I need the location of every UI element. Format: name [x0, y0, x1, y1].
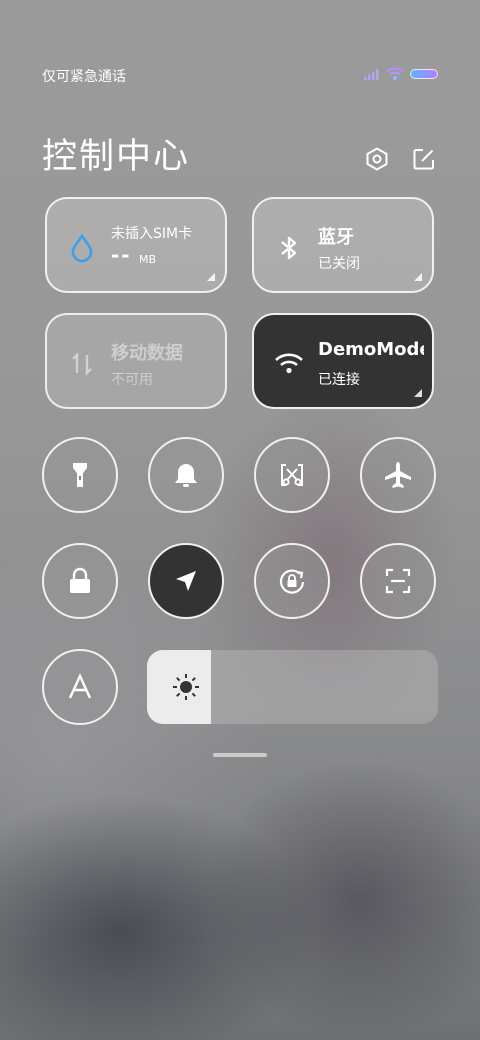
mobile-data-state: 不可用	[111, 372, 153, 388]
lock-screen-toggle[interactable]	[42, 543, 118, 619]
scan-icon	[385, 568, 411, 594]
rotation-lock-toggle[interactable]	[254, 543, 330, 619]
expand-corner-icon	[207, 273, 215, 281]
data-usage-unit: MB	[139, 253, 157, 266]
expand-corner-icon	[414, 389, 422, 397]
scissors-icon	[281, 464, 303, 486]
wifi-icon	[275, 353, 303, 374]
brightness-slider[interactable]	[147, 650, 438, 724]
settings-button[interactable]	[364, 146, 390, 172]
wifi-tile[interactable]: DemoMode 已连接	[252, 313, 434, 409]
sun-icon	[173, 674, 199, 700]
airplane-mode-toggle[interactable]	[360, 437, 436, 513]
mobile-data-label: 移动数据	[111, 343, 183, 364]
drag-handle[interactable]	[213, 753, 267, 757]
bell-icon	[175, 464, 197, 487]
edit-icon	[413, 149, 434, 170]
bluetooth-label: 蓝牙	[318, 227, 354, 248]
expand-corner-icon	[414, 273, 422, 281]
location-toggle[interactable]	[148, 543, 224, 619]
mobile-data-tile[interactable]: 移动数据 不可用	[45, 313, 227, 409]
cellular-signal-icon	[364, 69, 379, 80]
flashlight-icon	[73, 463, 87, 487]
battery-icon	[410, 69, 438, 79]
auto-brightness-toggle[interactable]	[42, 649, 118, 725]
rotation-lock-icon	[279, 569, 305, 594]
bluetooth-state: 已关闭	[318, 256, 360, 272]
status-icons	[364, 67, 438, 81]
wifi-state: 已连接	[318, 372, 360, 388]
data-usage-value: --	[111, 243, 132, 267]
wifi-network-name: DemoMode	[318, 339, 424, 360]
gear-icon	[366, 147, 388, 171]
location-arrow-icon	[176, 571, 196, 591]
edit-button[interactable]	[411, 146, 437, 172]
bluetooth-icon	[281, 236, 297, 260]
flashlight-toggle[interactable]	[42, 437, 118, 513]
sim-status-label: 未插入SIM卡	[111, 226, 193, 242]
letter-a-icon	[68, 673, 92, 699]
bluetooth-tile[interactable]: 蓝牙 已关闭	[252, 197, 434, 293]
screenshot-toggle[interactable]	[254, 437, 330, 513]
scanner-toggle[interactable]	[360, 543, 436, 619]
airplane-icon	[385, 462, 411, 488]
mute-toggle[interactable]	[148, 437, 224, 513]
carrier-status-text: 仅可紧急通话	[42, 69, 126, 85]
lock-icon	[70, 567, 90, 593]
page-title: 控制中心	[42, 137, 191, 177]
data-arrows-icon	[72, 352, 92, 376]
water-drop-icon	[71, 233, 93, 263]
wifi-status-icon	[386, 67, 404, 80]
data-usage-tile[interactable]: 未插入SIM卡 -- MB	[45, 197, 227, 293]
